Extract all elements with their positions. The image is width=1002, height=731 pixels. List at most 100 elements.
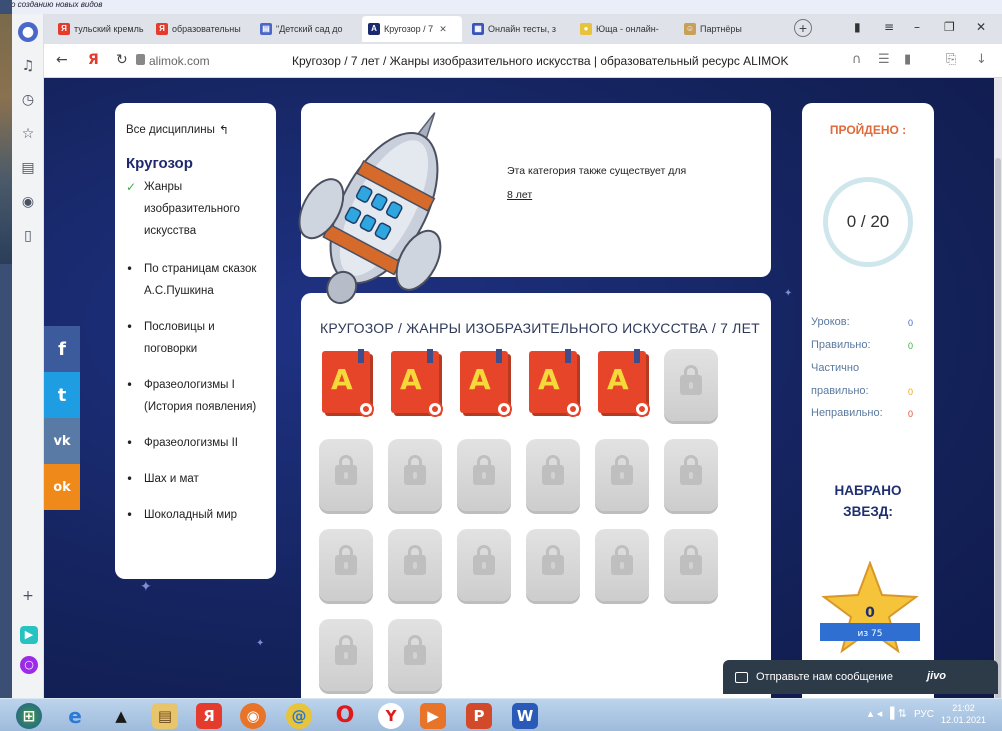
tab-active[interactable]: A Кругозор / 7 ✕ [362, 16, 462, 42]
minimize-icon[interactable]: – [914, 20, 920, 34]
bell-icon[interactable]: ♫ [18, 56, 38, 76]
add-icon[interactable]: + [18, 586, 38, 606]
topic-item[interactable]: • По страницам сказок А.С.Пушкина [126, 258, 266, 302]
lesson-tile-locked[interactable] [664, 529, 718, 601]
magnifier-icon [496, 401, 512, 417]
vk-icon[interactable]: vk [44, 418, 80, 464]
history-icon[interactable]: ◷ [18, 90, 38, 110]
chat-widget[interactable]: Отправьте нам сообщение jivo [723, 660, 998, 694]
lesson-tile-locked[interactable] [319, 439, 373, 511]
lock-icon [404, 455, 426, 485]
lock-icon [335, 545, 357, 575]
app-icon[interactable]: ▲ [108, 703, 134, 729]
lock-icon [611, 455, 633, 485]
lesson-tile-open[interactable]: A [457, 349, 512, 421]
lesson-tile-locked[interactable] [595, 439, 649, 511]
other-age-link[interactable]: 8 лет [507, 189, 532, 201]
opera-icon[interactable]: O [332, 703, 358, 729]
facebook-icon[interactable]: f [44, 326, 80, 372]
correct-value: 0 [908, 341, 914, 351]
play-icon[interactable]: ◉ [18, 192, 38, 212]
bookmark-icon[interactable]: ▮ [904, 52, 911, 67]
extensions-icon[interactable]: ⎘ [946, 52, 956, 67]
tab-3[interactable]: ▤ "Детский сад до [254, 16, 358, 42]
start-button-icon[interactable]: ⊞ [16, 703, 42, 729]
tab-1[interactable]: Я тульский кремль [52, 16, 147, 42]
odnoklassniki-icon[interactable]: ok [44, 464, 80, 510]
notes-icon[interactable]: ▤ [18, 158, 38, 178]
lesson-tile-locked[interactable] [526, 439, 580, 511]
restore-icon[interactable]: ❐ [944, 20, 955, 34]
clock[interactable]: 21:02 12.01.2021 [941, 702, 986, 726]
new-tab-button[interactable]: + [794, 19, 812, 37]
all-disciplines-link[interactable]: Все дисциплины ↰ [126, 123, 266, 137]
lesson-tile-locked[interactable] [319, 529, 373, 601]
firefox-icon[interactable]: ◉ [240, 703, 266, 729]
topic-item[interactable]: • Шах и мат [126, 468, 266, 490]
reader-icon[interactable]: ∩ [852, 52, 862, 67]
lesson-tile-locked[interactable] [319, 619, 373, 691]
yandex-browser-icon[interactable]: Я [196, 703, 222, 729]
lesson-tile-locked[interactable] [388, 439, 442, 511]
app-launcher-icon[interactable]: ▶ [20, 626, 38, 644]
yandex-icon[interactable]: Y [378, 703, 404, 729]
lesson-tile-open[interactable]: A [388, 349, 443, 421]
lesson-tile-locked[interactable] [388, 619, 442, 691]
lesson-tile-locked[interactable] [388, 529, 442, 601]
topic-label: Жанры изобразительного искусства [144, 181, 240, 237]
page-title[interactable]: Кругозор / 7 лет / Жанры изобразительног… [292, 54, 789, 68]
lesson-tile-open[interactable]: A [595, 349, 650, 421]
word-icon[interactable]: W [512, 703, 538, 729]
tab-7[interactable]: ☺ Партнёры [678, 16, 778, 42]
topic-item[interactable]: • Пословицы и поговорки [126, 316, 266, 360]
clock-date: 12.01.2021 [940, 715, 986, 725]
tab-2[interactable]: Я образовательны [150, 16, 250, 42]
file-explorer-icon[interactable]: ▤ [152, 703, 178, 729]
system-tray-icons[interactable]: ▴ ◂ ▐ ⇅ [868, 707, 907, 720]
menu-icon[interactable]: ≡ [884, 20, 894, 34]
lesson-tile-locked[interactable] [526, 529, 580, 601]
sidebar-icon[interactable]: ▯ [18, 226, 38, 246]
close-icon[interactable]: ✕ [439, 24, 447, 35]
passed-title: ПРОЙДЕНО : [829, 123, 907, 137]
bookmarks-icon[interactable]: ▮ [854, 20, 861, 34]
page-scrollbar[interactable] [994, 78, 1002, 731]
powerpoint-icon[interactable]: P [466, 703, 492, 729]
mail-icon[interactable]: @ [286, 703, 312, 729]
topic-item[interactable]: • Шоколадный мир [126, 504, 266, 526]
internet-explorer-icon[interactable]: e [62, 703, 88, 729]
tab-label: Юща - онлайн- [596, 24, 659, 34]
tab-5[interactable]: ▦ Онлайн тесты, з [466, 16, 571, 42]
language-indicator[interactable]: РУС [914, 709, 934, 720]
url-domain[interactable]: alimok.com [149, 54, 210, 68]
lesson-tile-open[interactable]: A [526, 349, 581, 421]
stars-title-line-2: ЗВЕЗД: [843, 504, 893, 519]
profile-icon[interactable]: ● [18, 22, 38, 42]
topic-item[interactable]: • Фразеологизмы II [126, 432, 266, 454]
list-icon[interactable]: ☰ [878, 52, 890, 67]
topic-item[interactable]: • Фразеологизмы I (История появления) [126, 374, 266, 418]
lock-icon[interactable] [136, 54, 145, 65]
lesson-tile-locked[interactable] [595, 529, 649, 601]
topic-label: Фразеологизмы I (История появления) [144, 379, 257, 413]
lesson-tile-locked[interactable] [457, 439, 511, 511]
download-icon[interactable]: ↓ [976, 52, 987, 67]
lesson-tile-locked[interactable] [664, 349, 718, 421]
reload-icon[interactable]: ↻ [116, 52, 128, 68]
bullet-icon: • [126, 320, 134, 334]
lesson-tile-locked[interactable] [457, 529, 511, 601]
yandex-logo-icon[interactable]: Я [88, 52, 99, 68]
scrollbar-thumb[interactable] [995, 158, 1001, 731]
lesson-tile-locked[interactable] [664, 439, 718, 511]
close-window-icon[interactable]: ✕ [976, 20, 986, 34]
partial-value: 0 [908, 387, 914, 397]
document-icon: ▤ [260, 23, 272, 35]
topic-item-current[interactable]: ✓ Жанры изобразительного искусства [126, 176, 266, 242]
media-player-icon[interactable]: ▶ [420, 703, 446, 729]
back-icon[interactable]: ← [56, 52, 68, 68]
lesson-tile-open[interactable]: A [319, 349, 374, 421]
twitter-icon[interactable]: t [44, 372, 80, 418]
favorites-icon[interactable]: ☆ [18, 124, 38, 144]
tab-6[interactable]: ● Юща - онлайн- [574, 16, 674, 42]
alice-assistant-icon[interactable]: ○ [20, 656, 38, 674]
